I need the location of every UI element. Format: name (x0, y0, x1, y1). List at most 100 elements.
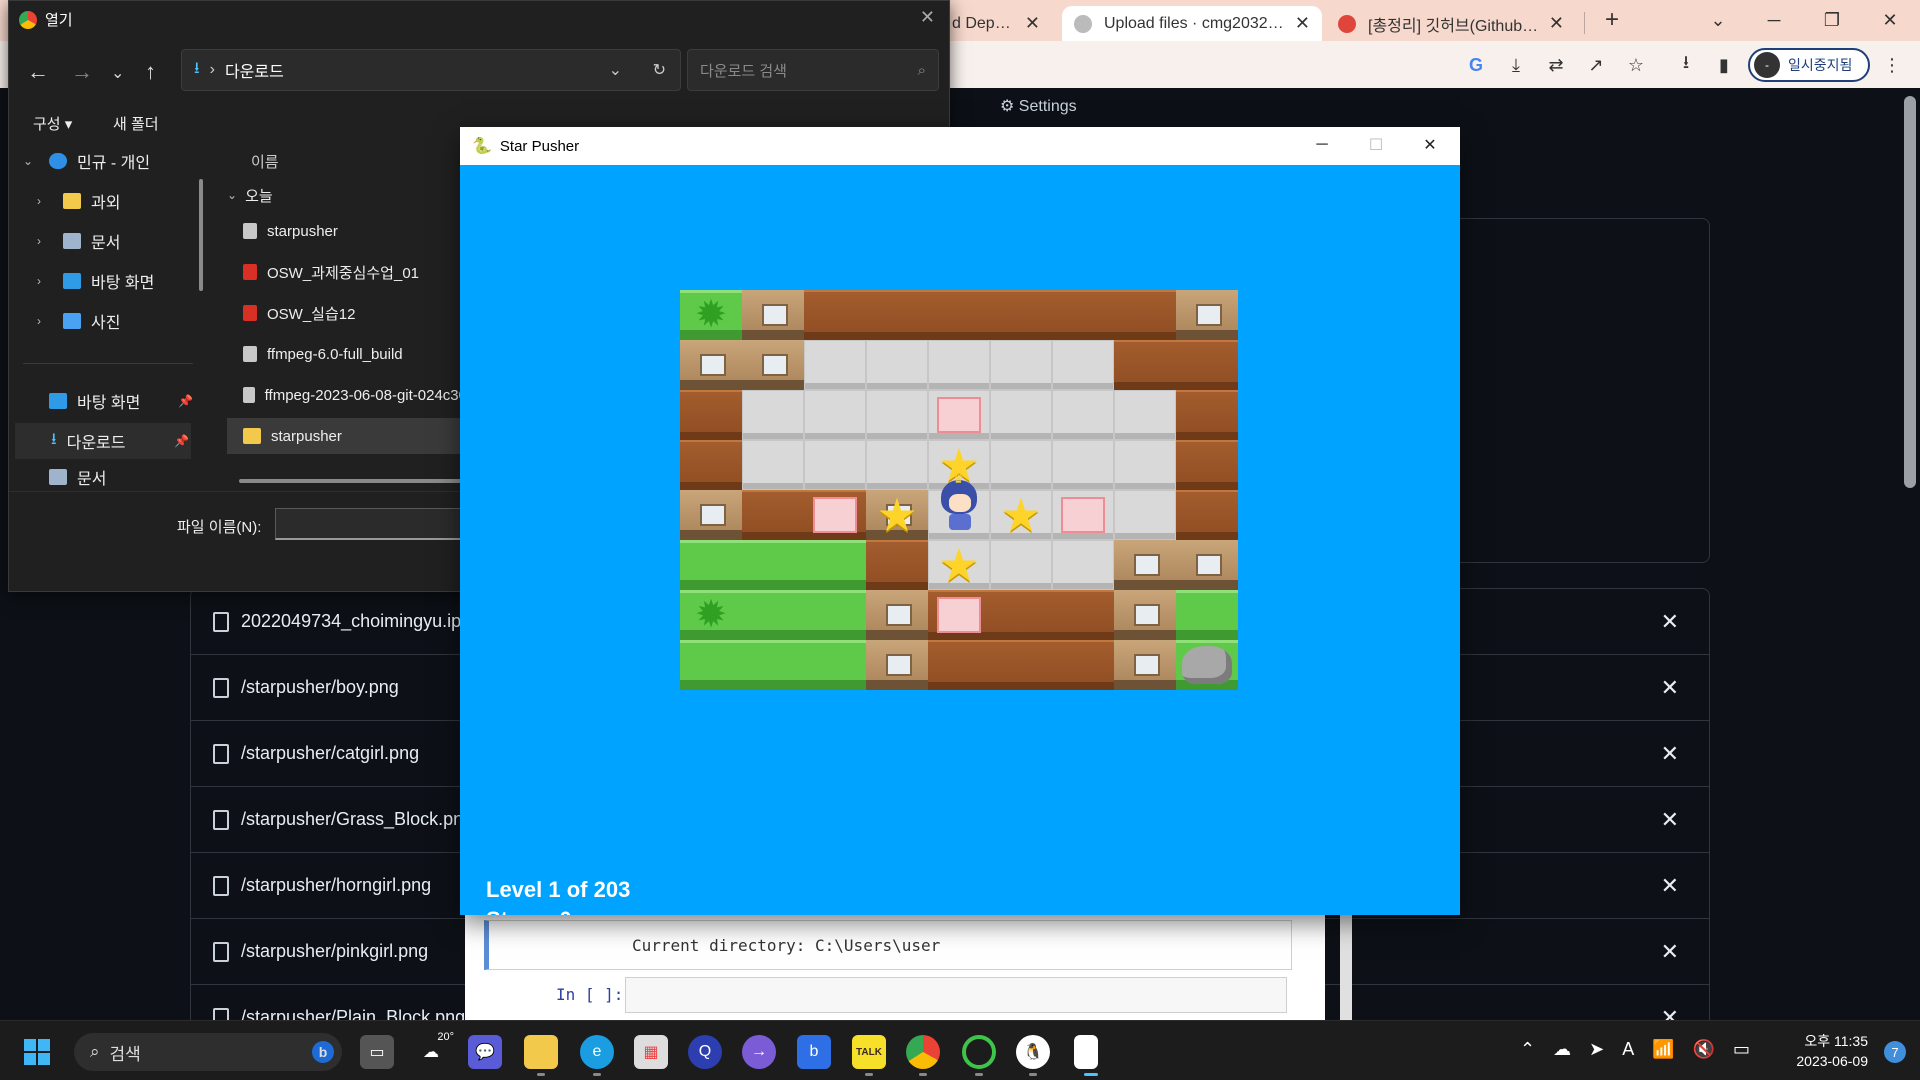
address-bar[interactable]: ⭳ › 다운로드 ⌄ ↻ (181, 49, 681, 91)
taskbar-search-box[interactable]: ⌕ 검색 b (74, 1033, 342, 1071)
search-app-icon[interactable]: Q (688, 1035, 722, 1069)
windows-start-icon[interactable] (24, 1039, 50, 1065)
group-header-today[interactable]: ⌄ 오늘 (227, 177, 467, 213)
recent-chevron-icon[interactable]: ⌄ (111, 63, 124, 83)
restore-icon[interactable]: ❐ (1820, 8, 1844, 32)
file-item[interactable]: ffmpeg-2023-06-08-git-024c30 (227, 377, 467, 413)
file-item[interactable]: ffmpeg-6.0-full_build (227, 336, 467, 372)
zip-file-icon (243, 223, 257, 239)
window-tile-tile (1114, 640, 1176, 690)
close-icon[interactable]: ✕ (1878, 8, 1902, 32)
file-item-selected[interactable]: starpusher (227, 418, 467, 454)
chrome-tab-upload-files[interactable]: Upload files · cmg2032/os ✕ (1062, 6, 1322, 41)
chevron-up-icon[interactable]: ⌃ (1520, 1039, 1535, 1060)
refresh-icon[interactable]: ↻ (653, 60, 666, 80)
new-folder-button[interactable]: 새 폴더 (113, 113, 159, 134)
name-column-header[interactable]: 이름 (251, 151, 279, 172)
downloads-icon[interactable]: ⭳ (1674, 52, 1698, 77)
file-explorer-icon[interactable] (524, 1035, 558, 1069)
quick-access-documents[interactable]: 문서 (9, 463, 199, 491)
remove-file-icon[interactable]: ✕ (1661, 807, 1679, 833)
back-arrow-icon[interactable]: ← (27, 59, 49, 85)
loading-app-icon[interactable] (962, 1035, 996, 1069)
install-app-icon[interactable]: ⤓ (1504, 53, 1528, 77)
blank-document-icon[interactable] (1074, 1035, 1098, 1069)
search-icon: ⌕ (917, 61, 926, 79)
remove-file-icon[interactable]: ✕ (1661, 675, 1679, 701)
remove-file-icon[interactable]: ✕ (1661, 939, 1679, 965)
send-icon[interactable]: ➤ (1589, 1039, 1604, 1060)
chrome-icon[interactable] (906, 1035, 940, 1069)
task-view-icon[interactable]: ▭ (360, 1035, 394, 1069)
minimize-icon[interactable]: ─ (1312, 135, 1332, 155)
edge-browser-icon[interactable]: e (580, 1035, 614, 1069)
battery-icon[interactable]: ▭ (1733, 1039, 1750, 1060)
file-item[interactable]: OSW_과제중심수업_01 (227, 254, 467, 290)
dialog-close-icon[interactable]: ✕ (920, 7, 935, 28)
messenger-app-icon[interactable]: → (742, 1035, 776, 1069)
list-hscrollbar[interactable] (239, 479, 475, 483)
side-panel-icon[interactable]: ▮ (1712, 53, 1736, 77)
quick-access-desktop[interactable]: 바탕 화면 📌 (9, 383, 199, 419)
address-dropdown-icon[interactable]: ⌄ (609, 60, 622, 80)
ms-store-icon[interactable]: ▦ (634, 1035, 668, 1069)
tree-item-pictures[interactable]: › 사진 (9, 303, 199, 339)
jupyter-code-input[interactable] (625, 977, 1287, 1013)
teams-chat-icon[interactable]: 💬 (468, 1035, 502, 1069)
file-item[interactable]: OSW_실습12 (227, 295, 467, 331)
tree-item-lessons[interactable]: › 과외 (9, 183, 199, 219)
close-icon[interactable]: ✕ (1420, 135, 1440, 155)
forward-arrow-icon[interactable]: → (71, 59, 93, 85)
new-tab-plus-icon[interactable]: + (1600, 6, 1624, 33)
taskbar-clock[interactable]: 오후 11:35 2023-06-09 (1788, 1031, 1868, 1071)
grass-tile (680, 640, 742, 690)
file-name: starpusher (267, 222, 338, 240)
volume-muted-icon[interactable]: 🔇 (1693, 1039, 1715, 1060)
tab-close-icon[interactable]: ✕ (1549, 13, 1564, 34)
bookmark-star-icon[interactable]: ☆ (1624, 53, 1648, 77)
page-scrollbar-thumb[interactable] (1904, 96, 1916, 488)
chrome-tab-dependabot[interactable]: d Dependi ✕ (940, 6, 1052, 41)
tree-item-documents[interactable]: › 문서 (9, 223, 199, 259)
maximize-icon[interactable]: ☐ (1366, 135, 1386, 155)
dialog-search-input[interactable]: 다운로드 검색 ⌕ (687, 49, 939, 91)
notification-badge[interactable]: 7 (1884, 1041, 1906, 1063)
pygame-icon[interactable]: 🐧 (1016, 1035, 1050, 1069)
organize-menu[interactable]: 구성 ▾ (33, 113, 72, 134)
tree-item-onedrive[interactable]: ⌄ 민규 - 개인 (9, 143, 199, 179)
navigation-pane: ⌄ 민규 - 개인 › 과외 › 문서 › 바탕 화면 › 사진 바탕 화면 📌 ⭳ 다운로드… (9, 141, 207, 491)
remove-file-icon[interactable]: ✕ (1661, 873, 1679, 899)
kakaotalk-icon[interactable]: TALK (852, 1035, 886, 1069)
search-icon: ⌕ (90, 1042, 100, 1061)
window-tile-tile (866, 640, 928, 690)
tab-close-icon[interactable]: ✕ (1295, 13, 1310, 34)
game-canvas[interactable]: ★★★★✹✹♛ Level 1 of 203 Steps: 0 (460, 165, 1460, 915)
filename-input[interactable] (275, 508, 475, 540)
tab-close-icon[interactable]: ✕ (1025, 13, 1040, 34)
grass-tile (804, 540, 866, 590)
onedrive-error-icon[interactable]: ☁ (1553, 1039, 1571, 1060)
steps-counter: Steps: 0 (486, 905, 630, 915)
file-item[interactable]: starpusher (227, 213, 467, 249)
remove-file-icon[interactable]: ✕ (1661, 741, 1679, 767)
translate-icon[interactable]: ⇄ (1544, 53, 1568, 77)
up-arrow-icon[interactable]: ↑ (145, 59, 156, 85)
share-icon[interactable]: ↗ (1584, 53, 1608, 77)
remove-file-icon[interactable]: ✕ (1661, 609, 1679, 635)
nav-scrollbar-thumb[interactable] (199, 179, 203, 291)
chrome-tab-github-guide[interactable]: [총정리] 깃허브(Github) 파 ✕ (1326, 6, 1576, 41)
download-folder-icon: ⭳ (194, 59, 200, 77)
minimize-icon[interactable]: ─ (1762, 8, 1786, 32)
running-indicator (537, 1073, 545, 1076)
wifi-icon[interactable]: 📶 (1652, 1039, 1674, 1060)
quick-access-downloads[interactable]: ⭳ 다운로드 📌 (15, 423, 191, 459)
weather-icon[interactable]: ☁ 20° (414, 1031, 454, 1069)
tree-item-desktop[interactable]: › 바탕 화면 (9, 263, 199, 299)
bing-app-icon[interactable]: b (797, 1035, 831, 1069)
chrome-menu-icon[interactable]: ⋮ (1880, 53, 1904, 77)
tab-search-chevron-icon[interactable]: ⌄ (1706, 8, 1730, 32)
profile-chip[interactable]: - 일시중지됨 (1748, 48, 1870, 82)
ime-icon[interactable]: A (1622, 1039, 1634, 1060)
google-icon[interactable]: G (1464, 53, 1488, 77)
repo-settings-tab[interactable]: ⚙ Settings (1000, 96, 1077, 116)
